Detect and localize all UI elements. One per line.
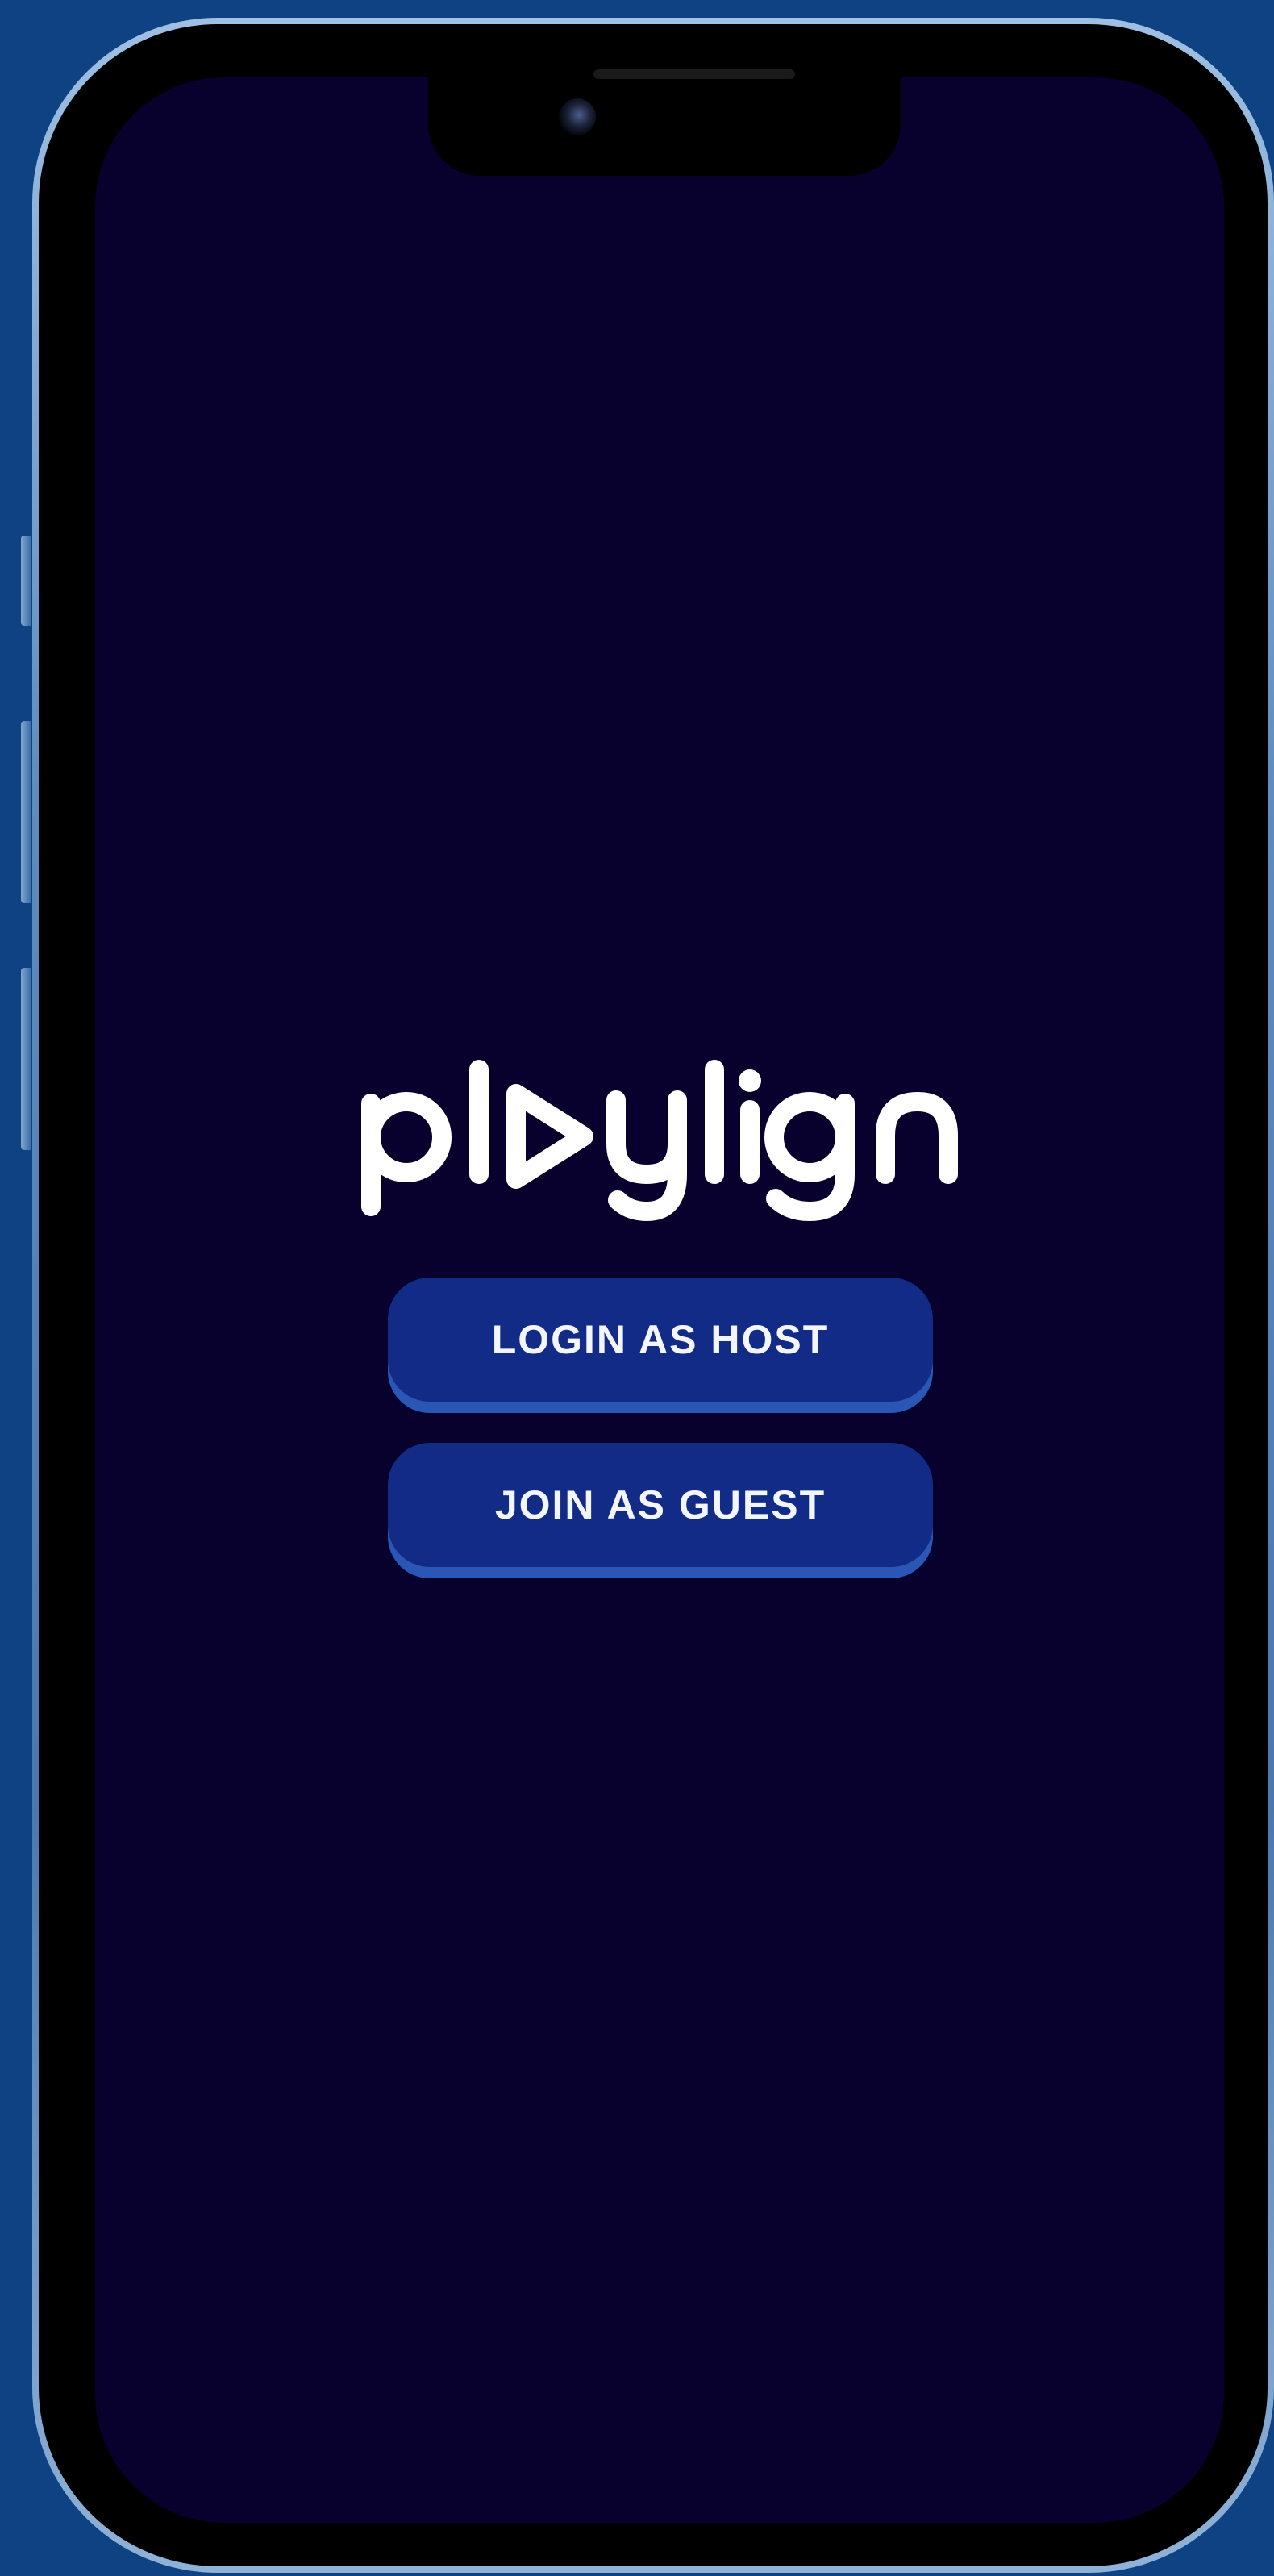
playlign-logo <box>95 1053 1224 1231</box>
mute-switch <box>21 536 31 626</box>
notch <box>428 77 901 176</box>
logo-wordmark <box>361 1060 958 1221</box>
phone-frame: LOGIN AS HOST JOIN AS GUEST <box>32 18 1274 2573</box>
phone-bezel: LOGIN AS HOST JOIN AS GUEST <box>39 24 1268 2566</box>
earpiece-speaker <box>593 69 795 79</box>
volume-down-button <box>21 968 31 1150</box>
front-camera-icon <box>559 98 596 135</box>
join-as-guest-button[interactable]: JOIN AS GUEST <box>388 1443 933 1578</box>
login-as-host-button[interactable]: LOGIN AS HOST <box>388 1278 933 1413</box>
volume-up-button <box>21 721 31 903</box>
app-screen: LOGIN AS HOST JOIN AS GUEST <box>95 77 1224 2523</box>
